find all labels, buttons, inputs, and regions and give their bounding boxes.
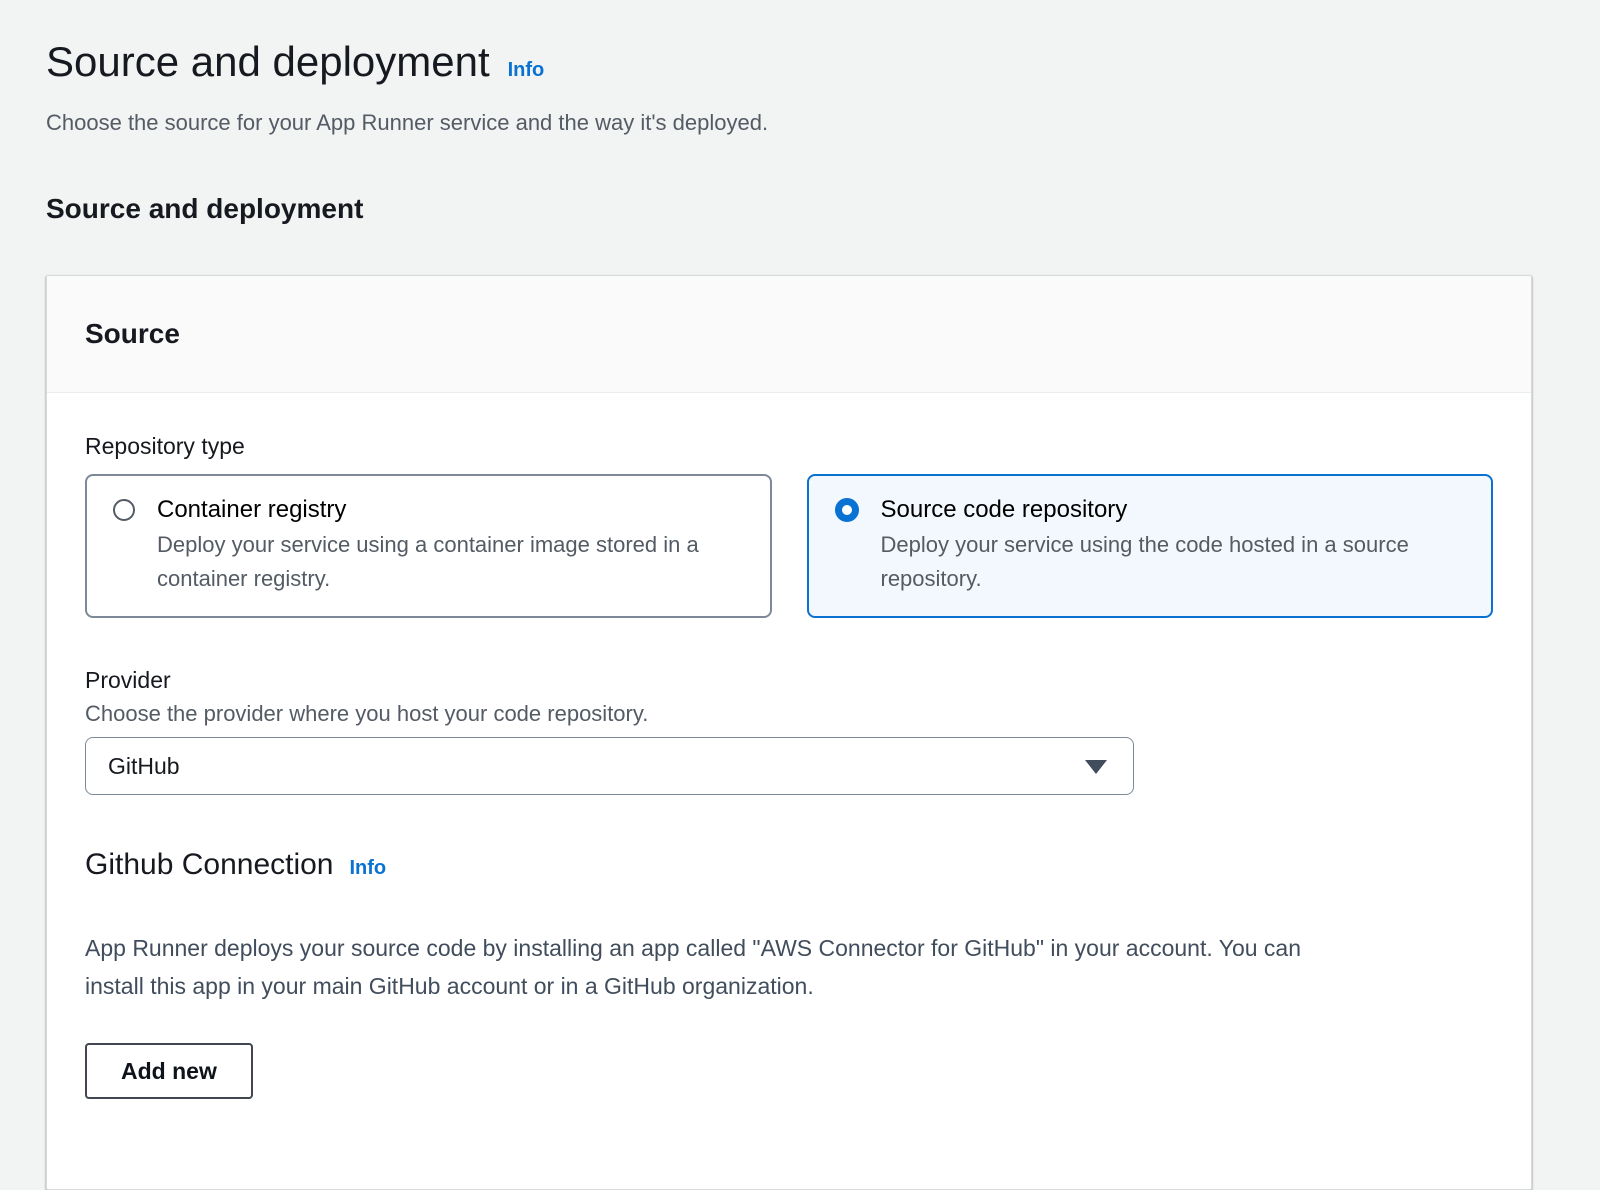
provider-select-value: GitHub xyxy=(108,753,180,780)
section-heading: Source and deployment xyxy=(46,192,1532,226)
tile-title: Container registry xyxy=(157,494,744,526)
provider-label: Provider xyxy=(85,665,1493,695)
source-card: Source Repository type Container registr… xyxy=(46,275,1532,1190)
tile-text: Container registry Deploy your service u… xyxy=(157,494,744,596)
tile-container-registry[interactable]: Container registry Deploy your service u… xyxy=(85,474,772,618)
radio-button-icon[interactable] xyxy=(113,499,135,521)
page: Source and deployment Info Choose the so… xyxy=(0,0,1600,1190)
tile-title: Source code repository xyxy=(881,494,1466,526)
tile-source-code-repository[interactable]: Source code repository Deploy your servi… xyxy=(807,474,1494,618)
repository-type-label: Repository type xyxy=(85,431,1493,461)
page-title: Source and deployment xyxy=(46,36,490,88)
caret-down-icon xyxy=(1085,760,1107,774)
page-subtitle: Choose the source for your App Runner se… xyxy=(46,108,1532,138)
page-title-info-link[interactable]: Info xyxy=(508,59,545,82)
page-header: Source and deployment Info xyxy=(46,36,1532,88)
tile-description: Deploy your service using the code hoste… xyxy=(881,528,1466,596)
provider-select[interactable]: GitHub xyxy=(85,737,1134,795)
source-card-body: Repository type Container registry Deplo… xyxy=(47,393,1531,1189)
source-card-title: Source xyxy=(85,316,1493,352)
source-card-header: Source xyxy=(47,276,1531,393)
github-connection-description: App Runner deploys your source code by i… xyxy=(85,929,1493,1005)
github-connection-header: Github Connection Info xyxy=(85,845,1493,885)
description-line: install this app in your main GitHub acc… xyxy=(85,967,1493,1005)
provider-description: Choose the provider where you host your … xyxy=(85,699,1493,729)
radio-button-selected-icon[interactable] xyxy=(835,498,859,522)
github-connection-info-link[interactable]: Info xyxy=(350,857,387,880)
repository-type-tiles: Container registry Deploy your service u… xyxy=(85,474,1493,618)
add-new-button[interactable]: Add new xyxy=(85,1043,253,1099)
tile-description: Deploy your service using a container im… xyxy=(157,528,744,596)
tile-text: Source code repository Deploy your servi… xyxy=(881,494,1466,596)
github-connection-heading: Github Connection xyxy=(85,845,334,885)
description-line: App Runner deploys your source code by i… xyxy=(85,929,1493,967)
